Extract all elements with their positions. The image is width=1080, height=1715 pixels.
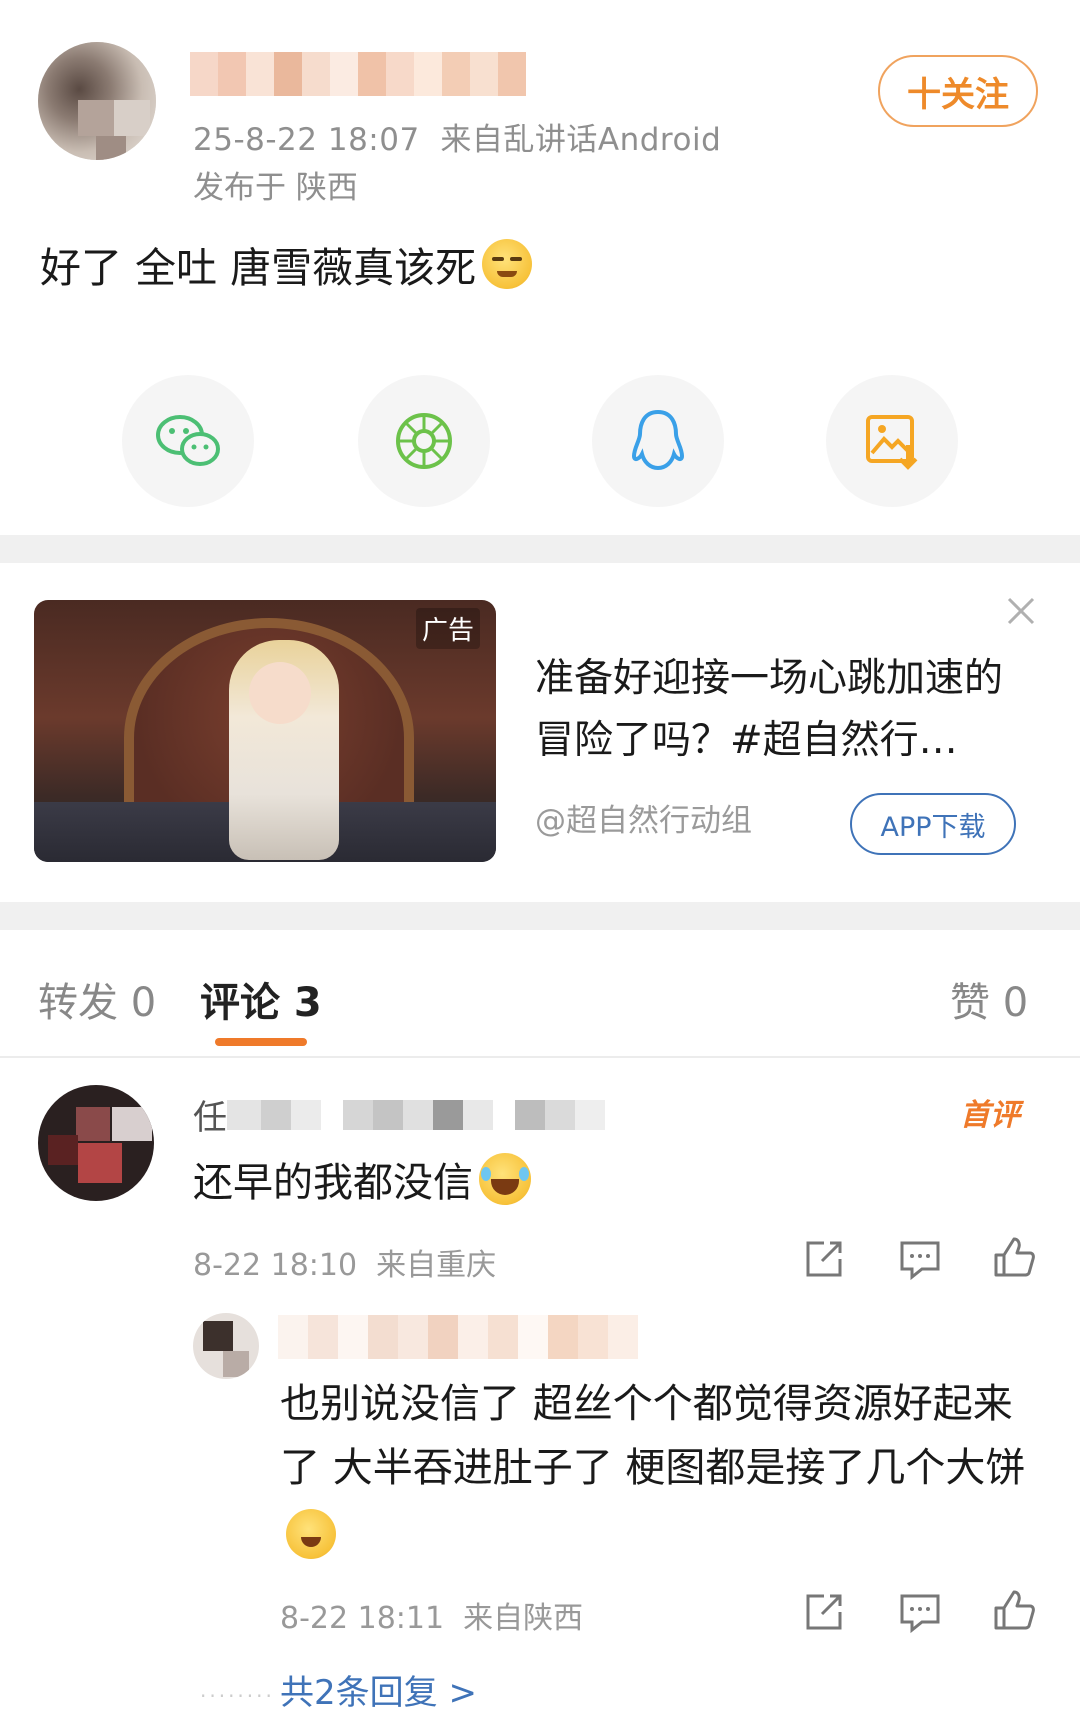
laugh-cry-emoji-icon [479, 1153, 531, 1205]
app-download-button[interactable]: APP下载 [850, 793, 1016, 855]
reply-icon[interactable] [898, 1590, 942, 1634]
comment-text: 还早的我都没信 [193, 1160, 473, 1206]
moments-icon [396, 413, 452, 469]
commenter-name-prefix: 任 [193, 1098, 227, 1138]
section-divider [0, 535, 1080, 563]
ad-source[interactable]: @超自然行动组 [535, 795, 752, 840]
tab-divider [0, 1056, 1080, 1058]
section-divider [0, 902, 1080, 930]
author-name-blurred[interactable] [190, 52, 526, 96]
post-source: 来自乱讲话Android [440, 122, 722, 158]
post-timestamp: 25-8-22 18:07 [193, 122, 420, 158]
commenter-name[interactable]: 任 [193, 1090, 605, 1139]
reply-from: 来自陕西 [463, 1601, 584, 1636]
save-image-icon [866, 415, 918, 470]
comment-meta: 8-22 18:10 来自重庆 [193, 1240, 496, 1284]
post-text: 好了 全吐 唐雪薇真该死 [40, 244, 477, 292]
comment-from: 来自重庆 [376, 1248, 497, 1283]
save-image-button[interactable] [826, 375, 958, 507]
comment-time: 8-22 18:10 [193, 1248, 358, 1283]
tab-repost[interactable]: 转发 0 [38, 970, 156, 1028]
author-avatar[interactable] [38, 42, 156, 160]
share-moments-button[interactable] [358, 375, 490, 507]
active-tab-indicator [215, 1038, 307, 1046]
share-icon[interactable] [802, 1237, 846, 1281]
qq-icon [631, 409, 685, 471]
reply-text: 也别说没信了 超丝个个都觉得资源好起来了 大半吞进肚子了 梗图都是接了几个大饼 [280, 1381, 1026, 1491]
ad-tag: 广告 [415, 608, 480, 649]
wechat-icon [156, 415, 220, 466]
reply-meta: 8-22 18:11 来自陕西 [280, 1593, 583, 1637]
tab-comment[interactable]: 评论 3 [200, 970, 322, 1028]
smirk-emoji-icon [482, 239, 533, 289]
reply-icon[interactable] [898, 1237, 942, 1281]
replier-avatar[interactable] [193, 1313, 259, 1379]
post-meta-line: 25-8-22 18:07 来自乱讲话Android [193, 114, 721, 159]
reply-time: 8-22 18:11 [280, 1601, 445, 1636]
like-icon[interactable] [992, 1235, 1036, 1279]
ad-title[interactable]: 准备好迎接一场心跳加速的冒险了吗？#超自然行… [535, 648, 1005, 772]
share-qq-button[interactable] [592, 375, 724, 507]
follow-button[interactable]: 十关注 [878, 55, 1038, 127]
post-location: 发布于 陕西 [193, 170, 358, 206]
share-icon[interactable] [802, 1590, 846, 1634]
ad-image[interactable]: 广告 [34, 600, 496, 862]
first-comment-badge: 首评 [960, 1098, 1020, 1133]
like-icon[interactable] [992, 1588, 1036, 1632]
post-body: 好了 全吐 唐雪薇真该死 [40, 234, 533, 294]
reply-body: 也别说没信了 超丝个个都觉得资源好起来了 大半吞进肚子了 梗图都是接了几个大饼 [280, 1372, 1040, 1564]
tab-like[interactable]: 赞 0 [950, 970, 1028, 1028]
share-wechat-button[interactable] [122, 375, 254, 507]
commenter-avatar[interactable] [38, 1085, 154, 1201]
replier-name-blurred[interactable] [278, 1315, 638, 1359]
more-replies-link[interactable]: 共2条回复 > [280, 1665, 477, 1714]
close-icon[interactable] [1005, 595, 1037, 627]
reply-dots: ········ [200, 1684, 275, 1708]
hug-emoji-icon [286, 1509, 336, 1559]
comment-body: 还早的我都没信 [193, 1150, 531, 1208]
